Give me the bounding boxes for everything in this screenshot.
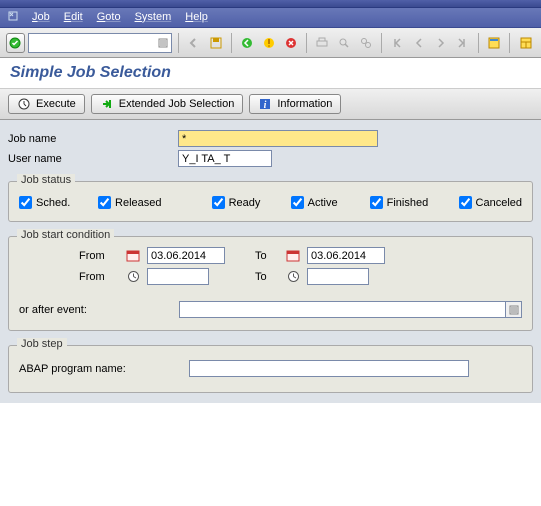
job-start-condition-title: Job start condition xyxy=(17,229,114,241)
time-to-label: To xyxy=(255,271,279,283)
date-from-label: From xyxy=(79,250,119,262)
window-titlebar xyxy=(0,0,541,8)
separator xyxy=(306,33,307,53)
prev-page-icon[interactable] xyxy=(410,33,429,53)
save-icon[interactable] xyxy=(206,33,225,53)
system-toolbar xyxy=(0,28,541,58)
layout-icon[interactable] xyxy=(516,33,535,53)
menu-system[interactable]: System xyxy=(135,11,172,24)
next-page-icon[interactable] xyxy=(431,33,450,53)
print-icon[interactable] xyxy=(313,33,332,53)
abap-program-input[interactable] xyxy=(189,360,469,377)
new-session-icon[interactable] xyxy=(485,33,504,53)
canceled-checkbox[interactable] xyxy=(459,196,472,209)
arrow-green-icon xyxy=(100,97,114,111)
released-checkbox[interactable] xyxy=(98,196,111,209)
dropdown-icon[interactable] xyxy=(158,38,168,48)
released-label: Released xyxy=(115,197,161,209)
sched-label: Sched. xyxy=(36,197,70,209)
page-title: Simple Job Selection xyxy=(0,58,541,89)
separator xyxy=(381,33,382,53)
active-label: Active xyxy=(308,197,338,209)
abap-program-label: ABAP program name: xyxy=(19,363,189,375)
extended-label: Extended Job Selection xyxy=(119,98,235,110)
execute-label: Execute xyxy=(36,98,76,110)
information-button[interactable]: i Information xyxy=(249,94,341,114)
info-label: Information xyxy=(277,98,332,110)
execute-button[interactable]: Execute xyxy=(8,94,85,114)
finished-label: Finished xyxy=(387,197,429,209)
separator xyxy=(509,33,510,53)
clock-icon[interactable] xyxy=(285,270,301,284)
clock-icon[interactable] xyxy=(125,270,141,284)
separator xyxy=(178,33,179,53)
date-to-label: To xyxy=(255,250,279,262)
extended-selection-button[interactable]: Extended Job Selection xyxy=(91,94,244,114)
clock-icon xyxy=(17,97,31,111)
svg-text:i: i xyxy=(264,100,267,111)
separator xyxy=(231,33,232,53)
nav-back-icon[interactable] xyxy=(238,33,257,53)
application-toolbar: Execute Extended Job Selection i Informa… xyxy=(0,89,541,120)
job-status-group: Job status Sched. Released Ready Active … xyxy=(8,181,533,222)
find-icon[interactable] xyxy=(335,33,354,53)
menubar: Job Edit Goto System Help xyxy=(0,8,541,28)
ready-checkbox[interactable] xyxy=(212,196,225,209)
nav-cancel-icon[interactable] xyxy=(281,33,300,53)
enter-button[interactable] xyxy=(6,33,25,53)
menu-edit[interactable]: Edit xyxy=(64,11,83,24)
jobname-input[interactable] xyxy=(178,130,378,147)
find-next-icon[interactable] xyxy=(356,33,375,53)
last-page-icon[interactable] xyxy=(453,33,472,53)
menu-help[interactable]: Help xyxy=(185,11,208,24)
ready-label: Ready xyxy=(229,197,261,209)
back-icon[interactable] xyxy=(185,33,204,53)
sched-checkbox[interactable] xyxy=(19,196,32,209)
info-icon: i xyxy=(258,97,272,111)
menu-goto[interactable]: Goto xyxy=(97,11,121,24)
username-input[interactable] xyxy=(178,150,272,167)
event-input[interactable] xyxy=(179,301,506,318)
time-from-label: From xyxy=(79,271,119,283)
calendar-icon[interactable] xyxy=(125,249,141,263)
job-step-group: Job step ABAP program name: xyxy=(8,345,533,393)
canceled-label: Canceled xyxy=(476,197,522,209)
finished-checkbox[interactable] xyxy=(370,196,383,209)
separator xyxy=(478,33,479,53)
job-start-condition-group: Job start condition From To From To or a… xyxy=(8,236,533,331)
date-to-input[interactable] xyxy=(307,247,385,264)
job-status-title: Job status xyxy=(17,174,75,186)
job-step-title: Job step xyxy=(17,338,67,350)
jobname-label: Job name xyxy=(8,133,178,145)
calendar-icon[interactable] xyxy=(285,249,301,263)
time-to-input[interactable] xyxy=(307,268,369,285)
menu-file-icon[interactable] xyxy=(8,11,18,24)
content-area: Job name User name Job status Sched. Rel… xyxy=(0,120,541,403)
nav-exit-icon[interactable] xyxy=(260,33,279,53)
username-label: User name xyxy=(8,153,178,165)
or-after-event-label: or after event: xyxy=(19,304,169,316)
menu-job[interactable]: Job xyxy=(32,11,50,24)
command-field[interactable] xyxy=(28,33,172,53)
date-from-input[interactable] xyxy=(147,247,225,264)
first-page-icon[interactable] xyxy=(388,33,407,53)
time-from-input[interactable] xyxy=(147,268,209,285)
dropdown-icon[interactable] xyxy=(506,301,522,318)
active-checkbox[interactable] xyxy=(291,196,304,209)
